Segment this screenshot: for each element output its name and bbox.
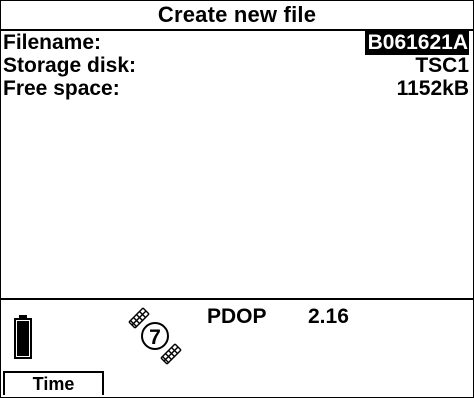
time-softkey-button[interactable]: Time <box>3 371 104 395</box>
battery-icon <box>14 315 32 359</box>
free-space-row: Free space: 1152kB <box>3 77 469 101</box>
pdop-value: 2.16 <box>308 305 349 328</box>
status-divider <box>1 298 473 300</box>
pdop-label: PDOP <box>207 305 267 328</box>
page-title: Create new file <box>1 1 473 31</box>
file-create-screen: Create new file Filename: B061621A Stora… <box>0 0 474 398</box>
free-space-label: Free space: <box>3 77 120 100</box>
storage-disk-row[interactable]: Storage disk: TSC1 <box>3 54 469 78</box>
filename-row[interactable]: Filename: B061621A <box>3 31 469 55</box>
satellite-icon: 7 <box>128 307 182 365</box>
free-space-value: 1152kB <box>396 77 469 100</box>
filename-field[interactable]: B061621A <box>364 31 469 55</box>
filename-label: Filename: <box>3 31 102 54</box>
storage-disk-value[interactable]: TSC1 <box>415 54 469 78</box>
satellite-count: 7 <box>149 326 161 349</box>
storage-disk-label: Storage disk: <box>3 54 137 77</box>
